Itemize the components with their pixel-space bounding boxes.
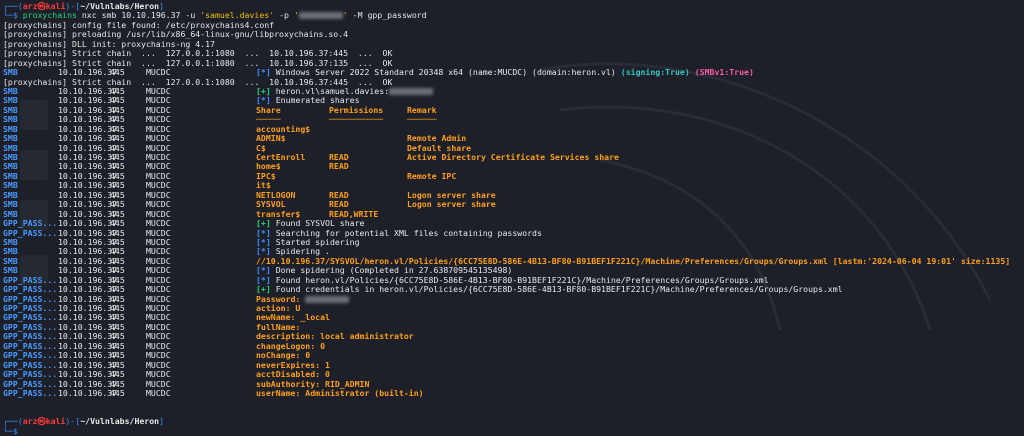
share-remark: Logon server share [407,199,496,210]
command-module: -M gpp_password [347,10,427,21]
prompt-frame: )-[ [65,416,81,427]
share-remark: ────── [407,114,437,125]
status-marker: [*] [256,95,271,106]
protocol-label: GPP_PASS... [3,387,58,398]
share-permissions: READ [329,161,349,172]
redacted-secret [305,295,350,303]
target-ip: 10.10.196.37 [58,387,118,398]
redacted-secret [389,87,434,95]
output-text: [+] Found credentials in heron.vl/Polici… [256,284,843,295]
terminal-output[interactable]: ┌──(arz㉿kali)-[~/Vulnlabs/Heron] └─$ prox… [3,1,1024,436]
message-text: Found credentials in heron.vl/Policies/{… [270,284,843,295]
prompt-frame: └─$ [3,425,23,436]
target-host: MUCDC [146,387,171,398]
message-text: Enumerated shares [270,95,360,106]
prompt-frame: ] [159,416,165,427]
output-row: GPP_PASS... 10.10.196.37 445 MUCDC userName:… [3,387,1024,398]
smbv1-status: (SMBv1:True) [694,67,754,78]
prompt-user-host: arz㉿kali [22,416,66,427]
redacted-password [298,12,343,20]
output-text: userName: Administrator (built-in) [256,387,424,398]
target-port: 445 [110,387,125,398]
message-text: userName: Administrator (built-in) [256,387,424,398]
shell-command-line: └─$ [3,425,1024,436]
share-permissions: ─────────── [329,114,384,125]
share-remark: Active Directory Certificate Services sh… [407,152,619,162]
prompt-path: ~/Vulnlabs/Heron [80,416,160,427]
share-remark: Remote IPC [407,170,457,181]
signing-status: (signing:True) [620,67,690,78]
command-flag: -p [274,10,294,21]
